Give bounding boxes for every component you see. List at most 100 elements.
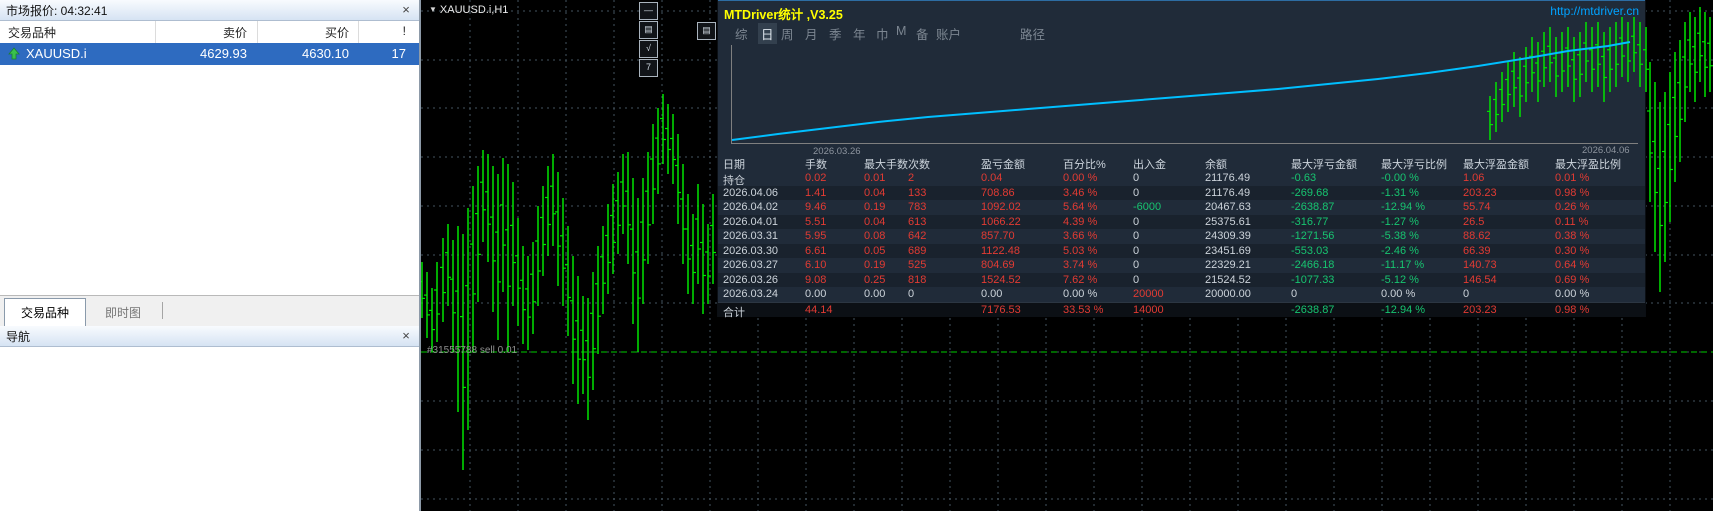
tab-tick-chart[interactable]: 即时图 xyxy=(92,300,154,324)
col-spread[interactable]: ! xyxy=(358,24,406,38)
table-cell: 14000 xyxy=(1133,303,1164,316)
chart-symbol-label: ▼ XAUUSD.i,H1 xyxy=(429,4,509,16)
table-cell: 0.98 % xyxy=(1555,186,1590,199)
table-cell: 33.53 % xyxy=(1063,303,1104,316)
row-label: 2026.04.06 xyxy=(723,186,779,199)
table-cell: 0.02 xyxy=(805,172,827,184)
table-cell: 0.01 xyxy=(864,172,886,184)
stats-menu-item-2[interactable]: 日 xyxy=(758,23,777,44)
table-cell: 22329.21 xyxy=(1205,259,1251,271)
table-cell: 0.38 % xyxy=(1555,230,1590,242)
close-icon[interactable]: × xyxy=(399,3,413,17)
table-cell: 5.95 xyxy=(805,230,827,242)
table-cell: 0 xyxy=(908,288,915,300)
row-label: 2026.03.30 xyxy=(723,244,779,257)
table-row: 2026.04.02 9.46 0.19 783 1092.02 5.64 % -6000 2… xyxy=(718,200,1645,215)
table-cell: -1271.56 xyxy=(1291,230,1335,242)
table-cell: 26.5 xyxy=(1463,215,1485,228)
table-cell: 804.69 xyxy=(981,259,1015,271)
quote-row-xauusd[interactable]: XAUUSD.i 4629.93 4630.10 17 xyxy=(0,43,419,65)
panel-corner-button[interactable]: ▤ xyxy=(697,22,716,40)
tab-divider xyxy=(162,302,163,319)
stats-menu-item-7[interactable]: 巾 xyxy=(876,24,889,43)
table-cell: 25375.61 xyxy=(1205,215,1251,228)
stats-menu-item-4[interactable]: 月 xyxy=(805,24,818,43)
table-cell: 88.62 xyxy=(1463,230,1491,242)
table-cell: 1.41 xyxy=(805,186,827,199)
table-row: 2026.04.01 5.51 0.04 613 1066.22 4.39 % 0 25375… xyxy=(718,214,1645,229)
table-cell: 0.00 % xyxy=(1063,172,1098,184)
table-cell: -2.46 % xyxy=(1381,244,1419,257)
panel-splitter[interactable] xyxy=(419,0,421,511)
order-line-label: #31555788 sell 0.01 xyxy=(427,345,518,356)
table-cell: 3.46 % xyxy=(1063,186,1098,199)
stats-menu-path[interactable]: 路径 xyxy=(1020,24,1045,43)
symbol-dropdown-icon[interactable]: ▼ xyxy=(429,5,437,14)
col-ask[interactable]: 买价 xyxy=(257,24,349,41)
table-cell: 0 xyxy=(1291,288,1298,300)
stats-menu-item-8[interactable]: M xyxy=(896,24,906,38)
chart-side-button-3[interactable]: √ xyxy=(639,40,658,58)
table-header: 最大浮盈金额 xyxy=(1463,159,1529,171)
market-watch-titlebar: 市场报价: 04:32:41 × xyxy=(0,0,419,21)
table-cell: 857.70 xyxy=(981,230,1015,242)
table-cell: 20000.00 xyxy=(1205,288,1251,300)
navigator-titlebar: 导航 × xyxy=(0,326,419,347)
stats-menu-item-5[interactable]: 季 xyxy=(829,24,842,43)
table-cell: 66.39 xyxy=(1463,244,1491,257)
close-icon[interactable]: × xyxy=(399,329,413,343)
table-cell: 21176.49 xyxy=(1205,186,1251,199)
table-row: 2026.03.30 6.61 0.05 689 1122.48 5.03 % 0 23451… xyxy=(718,243,1645,258)
row-label: 2026.03.31 xyxy=(723,230,779,242)
table-cell: 613 xyxy=(908,215,927,228)
table-cell: -316.77 xyxy=(1291,215,1329,228)
equity-chart-y-axis xyxy=(731,45,732,144)
col-symbol[interactable]: 交易品种 xyxy=(8,24,56,41)
mtdriver-url-link[interactable]: http://mtdriver.cn xyxy=(1550,4,1639,18)
stats-menu-item-3[interactable]: 周 xyxy=(781,24,794,43)
table-cell: 0.00 xyxy=(981,288,1003,300)
stats-menu-item-10[interactable]: 账户 xyxy=(936,24,961,43)
table-cell: 55.74 xyxy=(1463,201,1491,213)
navigator-title: 导航 xyxy=(6,329,31,344)
table-cell: -553.03 xyxy=(1291,244,1329,257)
table-cell: -5.12 % xyxy=(1381,273,1419,286)
tab-symbols[interactable]: 交易品种 xyxy=(4,298,86,326)
stats-menu-item-6[interactable]: 年 xyxy=(853,24,866,43)
quote-spread: 17 xyxy=(391,46,406,61)
table-cell: 0 xyxy=(1133,259,1140,271)
stats-panel-title: MTDriver统计 ,V3.25 xyxy=(724,8,843,22)
market-watch-title: 市场报价: 04:32:41 xyxy=(6,3,108,18)
table-cell: 6.10 xyxy=(805,259,827,271)
quote-bid: 4629.93 xyxy=(200,46,247,61)
table-cell: 21524.52 xyxy=(1205,273,1251,286)
market-watch-panel: 市场报价: 04:32:41 × 交易品种 卖价 买价 ! XAUUSD.i 4… xyxy=(0,0,419,295)
table-cell: 0 xyxy=(1133,186,1140,199)
table-row: 2026.03.31 5.95 0.08 642 857.70 3.66 % 0 24309.… xyxy=(718,229,1645,244)
table-cell: -0.63 xyxy=(1291,172,1317,184)
col-bid[interactable]: 卖价 xyxy=(155,24,247,41)
table-cell: 7176.53 xyxy=(981,303,1021,316)
chart-side-button-1[interactable]: — xyxy=(639,2,658,20)
arrow-up-icon xyxy=(8,47,20,60)
table-cell: 24309.39 xyxy=(1205,230,1251,242)
stats-menu-item-1[interactable]: 综 xyxy=(735,24,748,43)
stats-menu-item-9[interactable]: 备 xyxy=(916,24,929,43)
quote-symbol: XAUUSD.i xyxy=(26,46,87,61)
table-cell: 1.06 xyxy=(1463,172,1485,184)
table-cell: -0.00 % xyxy=(1381,172,1419,184)
chart-side-button-4[interactable]: 7 xyxy=(639,59,658,77)
chart-side-button-2[interactable]: ▤ xyxy=(639,21,658,39)
table-cell: 140.73 xyxy=(1463,259,1497,271)
table-cell: 0.30 % xyxy=(1555,244,1590,257)
table-header: 盈亏金额 xyxy=(981,159,1025,171)
table-cell: 0.04 xyxy=(864,215,886,228)
table-cell: 20000 xyxy=(1133,288,1164,300)
table-cell: 0.00 % xyxy=(1381,288,1416,300)
market-watch-tabs: 交易品种 即时图 xyxy=(0,295,419,327)
table-cell: 0 xyxy=(1133,230,1140,242)
table-cell: 146.54 xyxy=(1463,273,1497,286)
table-cell: -2638.87 xyxy=(1291,201,1335,213)
mtdriver-stats-panel: MTDriver统计 ,V3.25 http://mtdriver.cn 综日周… xyxy=(718,0,1645,319)
row-label: 2026.04.02 xyxy=(723,201,779,213)
